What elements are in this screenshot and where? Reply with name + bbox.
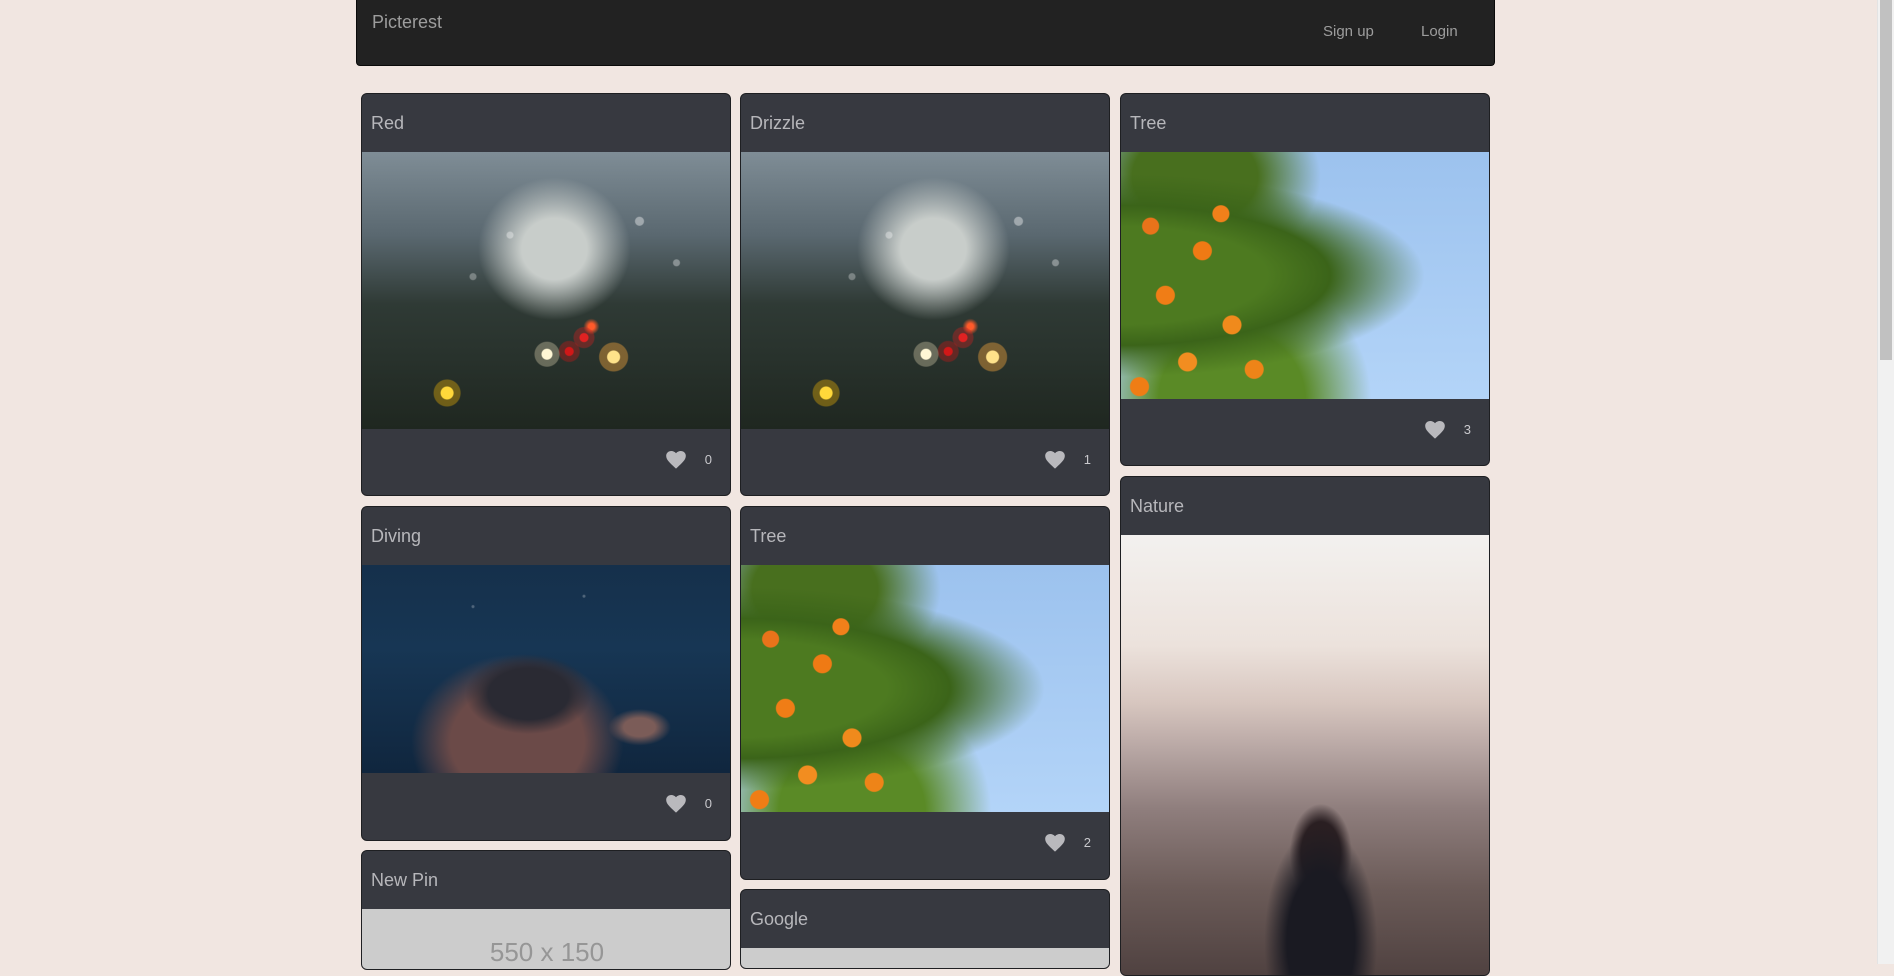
pin-title: Tree — [1130, 113, 1167, 133]
pin-image[interactable] — [362, 152, 730, 429]
like-count: 3 — [1463, 422, 1471, 437]
pin-title: Google — [750, 909, 809, 929]
pin-title: Nature — [1130, 496, 1185, 516]
pin-card[interactable]: Drizzle 1 — [740, 93, 1110, 496]
like-count: 2 — [1083, 835, 1091, 850]
pin-card[interactable]: Diving 0 — [361, 506, 731, 841]
pin-image[interactable] — [1121, 535, 1489, 975]
scrollbar-thumb[interactable] — [1880, 0, 1892, 360]
pin-card[interactable]: Google — [740, 889, 1110, 969]
pin-image[interactable] — [741, 565, 1109, 812]
pin-image[interactable] — [362, 565, 730, 773]
pin-title: Tree — [750, 526, 787, 546]
navbar: Picterest Sign up Login — [356, 0, 1495, 66]
pin-image[interactable] — [741, 152, 1109, 429]
heart-icon[interactable] — [1045, 451, 1065, 469]
pin-card[interactable]: Tree 2 — [740, 506, 1110, 880]
like-count: 1 — [1083, 452, 1091, 467]
pin-title: Diving — [371, 526, 422, 546]
pin-card[interactable]: Nature — [1120, 476, 1490, 976]
pin-title: Drizzle — [750, 113, 806, 133]
pin-card[interactable]: Red 0 — [361, 93, 731, 496]
pin-image-placeholder[interactable]: 550 x 150 — [362, 909, 730, 969]
brand-logo[interactable]: Picterest — [372, 12, 442, 33]
nav-signup-link[interactable]: Sign up — [1323, 23, 1374, 40]
heart-icon[interactable] — [1045, 834, 1065, 852]
vertical-scrollbar[interactable] — [1877, 0, 1894, 964]
pin-card[interactable]: Tree 3 — [1120, 93, 1490, 466]
heart-icon[interactable] — [666, 451, 686, 469]
nav-login-link[interactable]: Login — [1421, 23, 1458, 40]
placeholder-text: 550 x 150 — [489, 937, 605, 967]
pin-card[interactable]: New Pin 550 x 150 — [361, 850, 731, 970]
heart-icon[interactable] — [1425, 421, 1445, 439]
pin-image-placeholder[interactable] — [741, 948, 1109, 968]
pin-title: New Pin — [371, 870, 439, 890]
pin-title: Red — [371, 113, 405, 133]
like-count: 0 — [704, 452, 712, 467]
heart-icon[interactable] — [666, 795, 686, 813]
like-count: 0 — [704, 796, 712, 811]
pin-image[interactable] — [1121, 152, 1489, 399]
